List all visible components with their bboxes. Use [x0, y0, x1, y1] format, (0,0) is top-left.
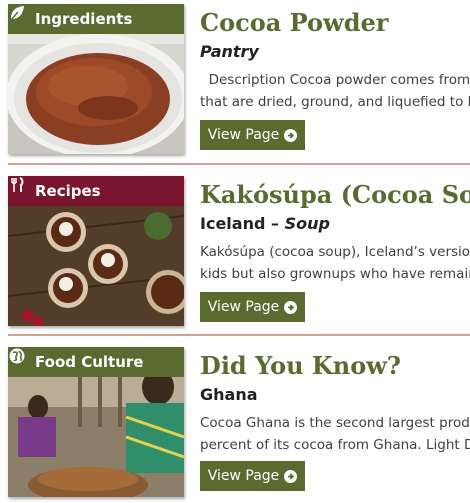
button-label: View Page: [207, 127, 280, 143]
card-description: Cocoa Ghana is the second largest produc…: [200, 412, 470, 456]
button-label: View Page: [207, 299, 280, 315]
card-title[interactable]: Cocoa Powder: [200, 6, 470, 40]
view-page-button[interactable]: View Page: [200, 120, 305, 150]
button-label: View Page: [207, 468, 280, 484]
globe-icon: [9, 348, 31, 371]
card-kakosupa: Recipes Kakósúpa (Cocoa Soup) Iceland – …: [0, 176, 470, 326]
ghana-market-image[interactable]: Food Culture: [8, 347, 184, 497]
subtitle-country: Ghana: [200, 385, 258, 404]
description-line: that are dried, ground, and liquefied to…: [200, 94, 470, 110]
arrow-circle-right-icon: [284, 128, 298, 142]
leaf-icon: [10, 6, 31, 28]
card-title[interactable]: Did You Know?: [200, 349, 470, 383]
description-line: Kakósúpa (cocoa soup), Iceland’s version…: [200, 244, 470, 260]
cocoa-soup-image[interactable]: Recipes: [8, 176, 184, 326]
card-description: Description Cocoa powder comes from t th…: [200, 69, 470, 113]
view-page-button[interactable]: View Page: [200, 461, 305, 491]
description-line: kids but also grownups who have remaine: [200, 266, 470, 282]
subtitle-category: Soup: [284, 214, 330, 233]
card-subtitle: Pantry: [200, 41, 470, 63]
divider: [8, 334, 470, 336]
description-line: Description Cocoa powder comes from t: [200, 72, 470, 88]
description-line: Cocoa Ghana is the second largest produc: [200, 415, 470, 431]
subtitle-country: Iceland –: [200, 214, 285, 233]
category-badge-ingredients: Ingredients: [8, 4, 184, 34]
description-line: percent of its cocoa from Ghana. Light D…: [200, 437, 470, 453]
badge-label: Food Culture: [35, 353, 144, 371]
subtitle-category: Pantry: [200, 42, 259, 61]
cocoa-powder-image[interactable]: Ingredients: [8, 4, 184, 154]
fork-knife-icon: [11, 177, 31, 200]
category-badge-food-culture: Food Culture: [8, 347, 184, 377]
category-badge-recipes: Recipes: [8, 176, 184, 206]
card-subtitle: Iceland – Soup: [200, 213, 470, 235]
card-subtitle: Ghana: [200, 384, 470, 406]
arrow-circle-right-icon: [284, 300, 298, 314]
arrow-circle-right-icon: [284, 469, 298, 483]
card-title[interactable]: Kakósúpa (Cocoa Soup): [200, 178, 470, 212]
card-cocoa-powder: Ingredients Cocoa Powder Pantry Descript…: [0, 4, 470, 154]
divider: [8, 163, 470, 165]
card-did-you-know: Food Culture Did You Know? Ghana Cocoa G…: [0, 347, 470, 497]
card-description: Kakósúpa (cocoa soup), Iceland’s version…: [200, 241, 470, 285]
view-page-button[interactable]: View Page: [200, 292, 305, 322]
badge-label: Recipes: [35, 182, 101, 200]
badge-label: Ingredients: [35, 10, 133, 28]
